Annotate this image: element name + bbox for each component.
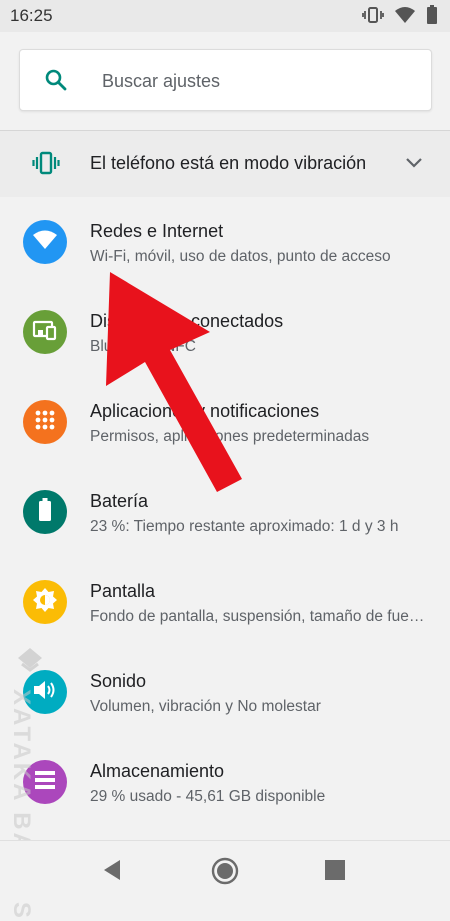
settings-item-sound[interactable]: Sonido Volumen, vibración y No molestar [0, 647, 450, 737]
recents-icon[interactable] [324, 859, 346, 886]
setting-title: Sonido [90, 671, 147, 691]
status-bar: 16:25 [0, 0, 450, 32]
suggestion-text: El teléfono está en modo vibración [90, 153, 367, 173]
battery-icon-badge [23, 490, 67, 534]
status-icons [362, 5, 438, 25]
setting-title: Almacenamiento [90, 761, 225, 781]
setting-subtitle: 29 % usado - 45,61 GB disponible [90, 788, 326, 805]
display-icon-badge [23, 580, 67, 624]
devices-icon-badge [23, 310, 67, 354]
vibrate-mode-suggestion[interactable]: El teléfono está en modo vibración [0, 131, 450, 197]
devices-icon [32, 318, 58, 347]
settings-item-apps[interactable]: Aplicaciones y notificaciones Permisos, … [0, 377, 450, 467]
vibrate-icon [32, 149, 60, 182]
setting-title: Dispositivos conectados [90, 311, 284, 331]
status-time: 16:25 [10, 6, 53, 25]
apps-grid-icon [34, 409, 56, 436]
search-icon [44, 68, 68, 97]
vibrate-icon [362, 6, 384, 24]
settings-item-display[interactable]: Pantalla Fondo de pantalla, suspensión, … [0, 557, 450, 647]
back-icon[interactable] [100, 855, 124, 890]
settings-item-connected-devices[interactable]: Dispositivos conectados Bluetooth, NFC [0, 287, 450, 377]
search-area [0, 32, 450, 130]
brightness-icon [32, 587, 58, 618]
search-bar[interactable] [19, 49, 432, 111]
setting-subtitle: Fondo de pantalla, suspensión, tamaño de… [90, 608, 430, 625]
setting-subtitle: Wi-Fi, móvil, uso de datos, punto de acc… [90, 248, 391, 265]
settings-list: Redes e Internet Wi-Fi, móvil, uso de da… [0, 197, 450, 827]
setting-subtitle: 23 %: Tiempo restante aproximado: 1 d y … [90, 518, 399, 535]
battery-icon [426, 5, 438, 25]
setting-subtitle: Bluetooth, NFC [90, 338, 196, 355]
setting-title: Aplicaciones y notificaciones [90, 401, 320, 421]
settings-item-network[interactable]: Redes e Internet Wi-Fi, móvil, uso de da… [0, 197, 450, 287]
search-input[interactable] [100, 64, 414, 98]
apps-icon-badge [23, 400, 67, 444]
setting-title: Pantalla [90, 581, 156, 601]
settings-item-battery[interactable]: Batería 23 %: Tiempo restante aproximado… [0, 467, 450, 557]
setting-subtitle: Permisos, aplicaciones predeterminadas [90, 428, 370, 445]
wifi-icon [32, 229, 58, 256]
setting-subtitle: Volumen, vibración y No molestar [90, 698, 321, 715]
navigation-bar [0, 840, 450, 901]
chevron-down-icon[interactable] [404, 155, 424, 176]
settings-item-storage[interactable]: Almacenamiento 29 % usado - 45,61 GB dis… [0, 737, 450, 827]
battery-icon [38, 497, 52, 527]
setting-title: Redes e Internet [90, 221, 224, 241]
network-icon-badge [23, 220, 67, 264]
setting-title: Batería [90, 491, 149, 511]
home-icon[interactable] [209, 855, 241, 892]
wifi-icon [394, 6, 416, 24]
